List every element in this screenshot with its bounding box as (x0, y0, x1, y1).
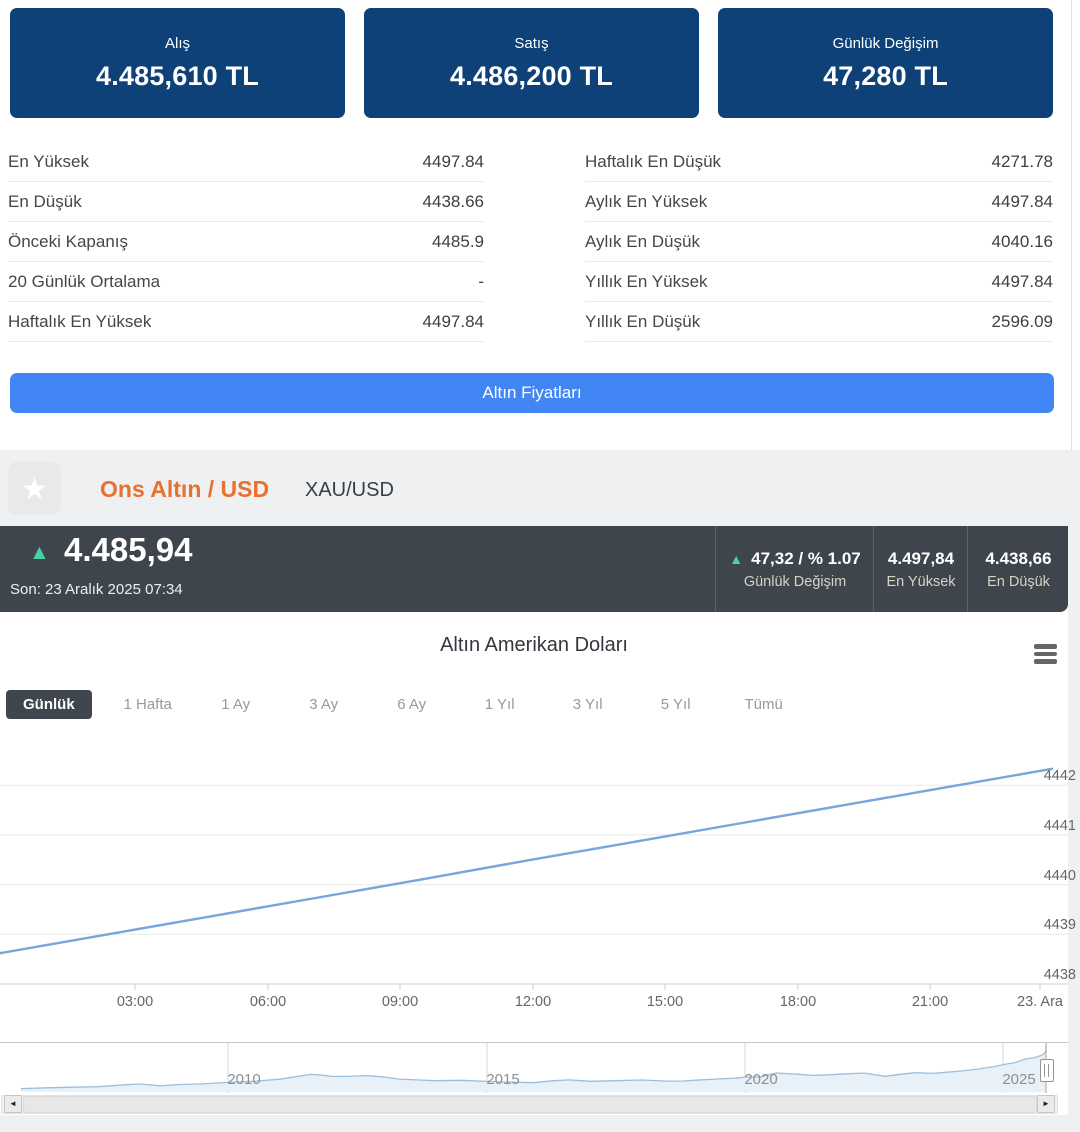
stat-label: Aylık En Yüksek (585, 192, 708, 211)
daily-change-card: Günlük Değişim 47,280 TL (718, 8, 1053, 118)
range-tabs: Günlük 1 Hafta 1 Ay 3 Ay 6 Ay 1 Yıl 3 Yı… (6, 689, 808, 719)
scroll-left-button[interactable]: ◄ (4, 1095, 22, 1113)
stat-value: - (478, 272, 484, 291)
chart-menu-button[interactable] (1034, 644, 1058, 666)
gold-prices-button[interactable]: Altın Fiyatları (10, 373, 1054, 413)
tab-6-ay[interactable]: 6 Ay (368, 696, 456, 713)
summary-cards: Alış 4.485,610 TL Satış 4.486,200 TL Gün… (10, 8, 1053, 118)
y-axis-label: 4440 (1043, 868, 1076, 884)
stat-row: Haftalık En Yüksek 4497.84 (8, 302, 484, 342)
daily-change-cell: ▲ 47,32 / % 1.07 Günlük Değişim (715, 526, 874, 612)
tab-tumu[interactable]: Tümü (720, 696, 808, 713)
day-high-cell: 4.497,84 En Yüksek (873, 526, 968, 612)
stat-value: 4497.84 (991, 192, 1053, 211)
stat-row: Aylık En Düşük 4040.16 (585, 222, 1053, 262)
scroll-right-button[interactable]: ► (1037, 1095, 1055, 1113)
tab-1-ay[interactable]: 1 Ay (192, 696, 280, 713)
y-axis-label: 4438 (1043, 967, 1076, 983)
change-value: 47,32 / % 1.07 (751, 548, 861, 568)
day-low-cell: 4.438,66 En Düşük (967, 526, 1069, 612)
low-label: En Düşük (987, 573, 1050, 590)
stat-value: 4271.78 (991, 152, 1053, 171)
stat-row: Önceki Kapanış 4485.9 (8, 222, 484, 262)
buy-price-card: Alış 4.485,610 TL (10, 8, 345, 118)
card-value: 4.485,610 TL (95, 60, 259, 91)
stat-row: En Yüksek 4497.84 (8, 142, 484, 182)
stats-column-right: Haftalık En Düşük 4271.78 Aylık En Yüksek… (585, 142, 1053, 342)
star-icon: ★ (21, 473, 48, 506)
stat-label: Haftalık En Yüksek (8, 312, 152, 331)
stat-label: Aylık En Düşük (585, 232, 700, 251)
navigator-year-label: 2025 (1002, 1071, 1036, 1088)
stat-label: 20 Günlük Ortalama (8, 272, 161, 291)
tab-1-hafta[interactable]: 1 Hafta (104, 696, 192, 713)
stat-value: 4438.66 (422, 192, 484, 211)
stat-row: Yıllık En Düşük 2596.09 (585, 302, 1053, 342)
x-axis-label: 09:00 (381, 994, 419, 1010)
stat-label: Yıllık En Yüksek (585, 272, 708, 291)
up-arrow-icon: ▲ (29, 541, 50, 564)
y-axis-label: 4442 (1043, 768, 1076, 784)
tab-gunluk[interactable]: Günlük (6, 689, 92, 719)
stat-row: Yıllık En Yüksek 4497.84 (585, 262, 1053, 302)
card-value: 47,280 TL (823, 60, 948, 91)
tab-3-yil[interactable]: 3 Yıl (544, 696, 632, 713)
x-axis-label: 12:00 (514, 994, 552, 1010)
chart-title: Altın Amerikan Doları (440, 634, 628, 656)
x-axis-label: 06:00 (249, 994, 287, 1010)
stat-value: 4497.84 (422, 152, 484, 171)
stat-row: Aylık En Yüksek 4497.84 (585, 182, 1053, 222)
tab-5-yil[interactable]: 5 Yıl (632, 696, 720, 713)
y-axis-label: 4439 (1043, 917, 1076, 933)
low-value: 4.438,66 (985, 548, 1052, 568)
page: Alış 4.485,610 TL Satış 4.486,200 TL Gün… (0, 0, 1080, 1132)
last-update-time: Son: 23 Aralık 2025 07:34 (10, 581, 183, 598)
stat-value: 4497.84 (422, 312, 484, 331)
instrument-code: XAU/USD (305, 479, 394, 501)
change-label: Günlük Değişim (743, 573, 847, 590)
stat-label: Önceki Kapanış (8, 232, 129, 251)
hamburger-icon (1034, 644, 1057, 649)
stat-value: 2596.09 (991, 312, 1053, 331)
stat-label: En Düşük (8, 192, 82, 211)
price-chart[interactable] (0, 735, 1068, 993)
high-value: 4.497,84 (887, 548, 955, 568)
stat-value: 4485.9 (432, 232, 484, 251)
stat-row: Haftalık En Düşük 4271.78 (585, 142, 1053, 182)
stat-label: Yıllık En Düşük (585, 312, 701, 331)
current-price: 4.485,94 (64, 531, 193, 568)
scrollbar-thumb[interactable] (23, 1096, 1037, 1113)
card-label: Alış (164, 34, 190, 52)
navigator-chart[interactable] (0, 1042, 1068, 1093)
favorite-star-button[interactable]: ★ (8, 462, 61, 515)
up-arrow-icon: ▲ (729, 550, 744, 567)
x-axis-label: 03:00 (116, 994, 154, 1010)
stat-row: 20 Günlük Ortalama - (8, 262, 484, 302)
stat-label: Haftalık En Düşük (585, 152, 722, 171)
x-axis-label: 18:00 (779, 994, 817, 1010)
stat-value: 4040.16 (991, 232, 1053, 251)
stat-label: En Yüksek (8, 152, 89, 171)
card-label: Satış (514, 34, 549, 52)
stat-row: En Düşük 4438.66 (8, 182, 484, 222)
tab-3-ay[interactable]: 3 Ay (280, 696, 368, 713)
x-axis-label: 15:00 (646, 994, 684, 1010)
stats-column-left: En Yüksek 4497.84 En Düşük 4438.66 Önceki … (8, 142, 484, 342)
card-value: 4.486,200 TL (449, 60, 613, 91)
tab-1-yil[interactable]: 1 Yıl (456, 696, 544, 713)
stat-value: 4497.84 (991, 272, 1053, 291)
card-label: Günlük Değişim (832, 34, 939, 52)
x-axis-label: 23. Ara (1017, 994, 1063, 1010)
navigator-year-label: 2020 (744, 1071, 778, 1088)
high-label: En Yüksek (886, 573, 956, 590)
instrument-title: Ons Altın / USD (100, 476, 270, 502)
page-edge-line (1071, 0, 1072, 452)
navigator-year-label: 2010 (227, 1071, 261, 1088)
x-axis-label: 21:00 (911, 994, 949, 1010)
navigator-year-label: 2015 (486, 1071, 520, 1088)
y-axis-label: 4441 (1043, 818, 1076, 834)
sell-price-card: Satış 4.486,200 TL (364, 8, 699, 118)
